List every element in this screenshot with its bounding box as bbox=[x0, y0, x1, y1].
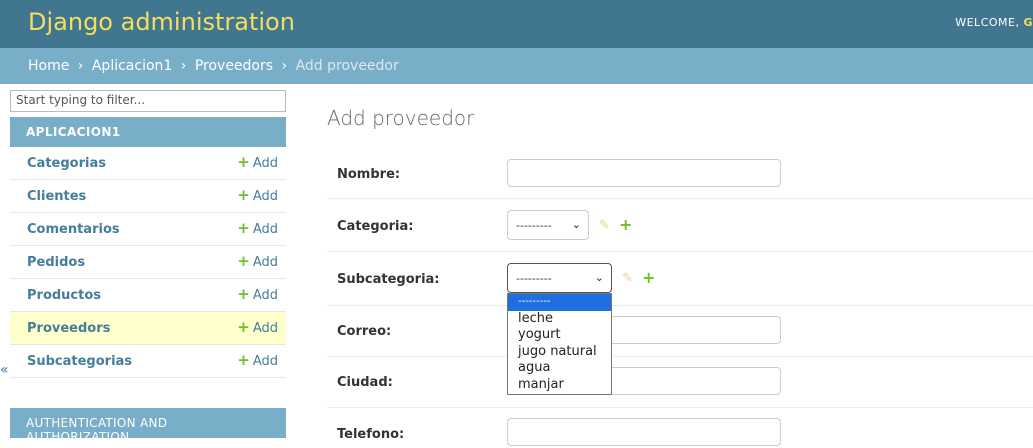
username: G bbox=[1023, 16, 1033, 29]
sidebar-add-link[interactable]: + Add bbox=[237, 252, 278, 271]
sidebar-item-link[interactable]: Proveedors bbox=[27, 321, 110, 336]
form-row-categoria: Categoria: --------- ⌄ ✎ + bbox=[327, 199, 1033, 252]
sidebar-item-link[interactable]: Comentarios bbox=[27, 222, 120, 237]
site-brand[interactable]: Django administration bbox=[28, 8, 295, 36]
breadcrumb-home[interactable]: Home bbox=[28, 58, 69, 74]
breadcrumb-model[interactable]: Proveedors bbox=[195, 58, 273, 74]
pencil-icon[interactable]: ✎ bbox=[622, 271, 633, 286]
add-label: Add bbox=[252, 321, 278, 336]
dropdown-option[interactable]: yogurt bbox=[508, 327, 611, 344]
nombre-input[interactable] bbox=[507, 159, 781, 187]
nav-filter-input[interactable]: Start typing to filter... bbox=[10, 90, 286, 112]
chevron-down-icon: ⌄ bbox=[571, 218, 581, 231]
add-label: Add bbox=[252, 189, 278, 204]
breadcrumb: Home › Aplicacion1 › Proveedors › Add pr… bbox=[0, 48, 1033, 84]
plus-icon: + bbox=[237, 351, 250, 369]
form-row-telefono: Telefono: bbox=[327, 408, 1033, 448]
sidebar-item-categorias: Categorias + Add bbox=[10, 147, 286, 180]
plus-icon: + bbox=[237, 219, 250, 237]
sidebar-item-comentarios: Comentarios + Add bbox=[10, 213, 286, 246]
sidebar-add-link[interactable]: + Add bbox=[237, 219, 278, 238]
nombre-label: Nombre: bbox=[337, 167, 401, 182]
page-title: Add proveedor bbox=[327, 106, 475, 130]
form-row-correo: Correo: bbox=[327, 306, 1033, 357]
dropdown-option[interactable]: jugo natural bbox=[508, 344, 611, 361]
sidebar-item-pedidos: Pedidos + Add bbox=[10, 246, 286, 279]
plus-icon: + bbox=[237, 252, 250, 270]
sidebar-item-link[interactable]: Productos bbox=[27, 288, 101, 303]
pencil-icon[interactable]: ✎ bbox=[599, 218, 610, 233]
add-label: Add bbox=[252, 255, 278, 270]
dropdown-option[interactable]: agua bbox=[508, 360, 611, 377]
telefono-input[interactable] bbox=[507, 418, 781, 446]
sidebar-item-link[interactable]: Clientes bbox=[27, 189, 86, 204]
sidebar-add-link[interactable]: + Add bbox=[237, 186, 278, 205]
plus-icon: + bbox=[237, 318, 250, 336]
subcategoria-selected: --------- bbox=[516, 272, 552, 285]
ciudad-label: Ciudad: bbox=[337, 375, 393, 390]
breadcrumb-current: Add proveedor bbox=[295, 58, 399, 74]
add-label: Add bbox=[252, 354, 278, 369]
breadcrumb-separator: › bbox=[77, 58, 84, 74]
sidebar-item-link[interactable]: Subcategorias bbox=[27, 354, 132, 369]
sidebar-add-link[interactable]: + Add bbox=[237, 351, 278, 370]
sidebar-item-link[interactable]: Pedidos bbox=[27, 255, 85, 270]
plus-icon[interactable]: + bbox=[642, 268, 655, 287]
breadcrumb-separator: › bbox=[281, 58, 288, 74]
telefono-label: Telefono: bbox=[337, 427, 405, 442]
dropdown-option[interactable]: manjar bbox=[508, 377, 611, 394]
sidebar-add-link[interactable]: + Add bbox=[237, 285, 278, 304]
add-label: Add bbox=[252, 222, 278, 237]
plus-icon[interactable]: + bbox=[619, 215, 632, 234]
sidebar-item-clientes: Clientes + Add bbox=[10, 180, 286, 213]
sidebar-item-link[interactable]: Categorias bbox=[27, 156, 106, 171]
dropdown-option[interactable]: leche bbox=[508, 311, 611, 328]
sidebar-add-link[interactable]: + Add bbox=[237, 153, 278, 172]
chevron-down-icon: ⌄ bbox=[594, 271, 604, 284]
correo-label: Correo: bbox=[337, 324, 392, 339]
add-label: Add bbox=[252, 156, 278, 171]
site-header: Django administration WELCOME, G bbox=[0, 0, 1033, 48]
module-caption-aplicacion1[interactable]: APLICACION1 bbox=[10, 117, 286, 147]
form-row-ciudad: Ciudad: bbox=[327, 357, 1033, 408]
collapse-sidebar-icon[interactable]: « bbox=[0, 362, 9, 378]
sidebar-item-proveedors: Proveedors + Add bbox=[10, 312, 286, 345]
subcategoria-dropdown-list: --------- leche yogurt jugo natural agua… bbox=[507, 293, 612, 395]
categoria-selected: --------- bbox=[516, 219, 552, 232]
plus-icon: + bbox=[237, 186, 250, 204]
breadcrumb-separator: › bbox=[180, 58, 187, 74]
breadcrumb-app[interactable]: Aplicacion1 bbox=[92, 58, 172, 74]
user-tools: WELCOME, G bbox=[955, 16, 1033, 29]
plus-icon: + bbox=[237, 153, 250, 171]
subcategoria-select[interactable]: --------- ⌄ bbox=[507, 263, 612, 293]
sidebar-add-link[interactable]: + Add bbox=[237, 318, 278, 337]
form-row-subcategoria: Subcategoria: --------- ⌄ ✎ + bbox=[327, 252, 1033, 306]
sidebar-item-subcategorias: Subcategorias + Add bbox=[10, 345, 286, 378]
welcome-text: WELCOME, bbox=[955, 16, 1024, 29]
add-label: Add bbox=[252, 288, 278, 303]
categoria-select[interactable]: --------- ⌄ bbox=[507, 210, 589, 240]
sidebar-item-productos: Productos + Add bbox=[10, 279, 286, 312]
module-caption-auth[interactable]: AUTHENTICATION AND AUTHORIZATION bbox=[10, 408, 286, 444]
plus-icon: + bbox=[237, 285, 250, 303]
categoria-label: Categoria: bbox=[337, 219, 414, 234]
dropdown-option[interactable]: --------- bbox=[508, 294, 611, 311]
form-row-nombre: Nombre: bbox=[327, 148, 1033, 199]
subcategoria-label: Subcategoria: bbox=[337, 272, 440, 287]
